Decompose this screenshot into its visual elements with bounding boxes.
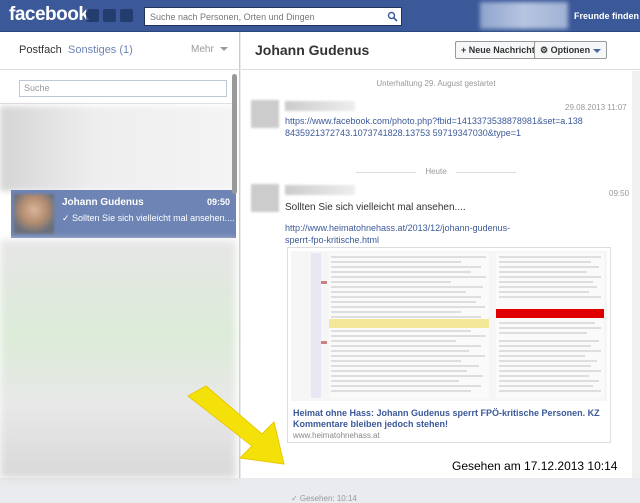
today-separator: Heute [241,167,631,176]
top-bar: facebook Suche nach Personen, Orten und … [0,0,640,32]
chevron-down-icon [593,48,602,53]
facebook-logo[interactable]: facebook [9,4,89,26]
message-pane: Johann Gudenus + Neue Nachricht ⚙ Option… [241,32,640,503]
conversation-title: Johann Gudenus [255,42,370,58]
message-timestamp: 29.08.2013 11:07 [565,103,627,112]
message-text: Sollten Sie sich vielleicht mal ansehen.… [285,202,466,213]
link-preview-title[interactable]: Heimat ohne Hass: Johann Gudenus sperrt … [293,408,603,430]
sender-name [285,185,355,195]
conversation-search: Suche [0,74,237,104]
notifications-icon[interactable] [120,9,133,22]
blurred-conversations[interactable] [0,106,236,191]
link-preview-domain: www.heimatohnehass.at [293,431,380,440]
new-message-button[interactable]: + Neue Nachricht [455,41,541,59]
message-link[interactable]: https://www.facebook.com/photo.php?fbid=… [285,115,585,139]
tab-other[interactable]: Sonstiges (1) [68,44,133,56]
profile-area[interactable] [480,2,568,29]
conversation-item-johann-gudenus[interactable]: Johann Gudenus 09:50 ✓ Sollten Sie sich … [11,190,236,238]
messages-icon[interactable] [103,9,116,22]
conversation-snippet: ✓ Sollten Sie sich vielleicht mal ansehe… [62,213,235,223]
conversation-header: Johann Gudenus + Neue Nachricht ⚙ Option… [241,32,640,70]
conversation-name: Johann Gudenus [62,197,144,208]
link-preview-card[interactable]: Heimat ohne Hass: Johann Gudenus sperrt … [287,247,611,443]
friend-requests-icon[interactable] [86,9,99,22]
find-friends-link[interactable]: Freunde finden [574,11,639,21]
conversation-search-input[interactable]: Suche [19,80,227,97]
tab-inbox[interactable]: Postfach [19,44,62,56]
options-label: ⚙ Optionen [540,45,591,55]
message-thread: Unterhaltung 29. August gestartet 29.08.… [241,71,631,503]
message-link[interactable]: http://www.heimatohnehass.at/2013/12/joh… [285,222,525,246]
avatar [14,194,54,234]
screenshot-preview [291,251,607,401]
seen-status: ✓ Gesehen: 10:14 [291,494,357,503]
seen-caption: Gesehen am 17.12.2013 10:14 [452,459,618,473]
sender-avatar [251,100,279,128]
search-icon[interactable] [387,11,398,22]
conversation-start-label: Unterhaltung 29. August gestartet [376,79,496,88]
sender-avatar [251,184,279,212]
folder-tabs: Postfach Sonstiges (1) Mehr [0,32,240,70]
link-preview-image [291,251,607,401]
tab-more-label: Mehr [191,44,214,55]
chevron-down-icon [219,47,228,52]
message-timestamp: 09:50 [609,189,630,198]
search-placeholder: Suche nach Personen, Orten und Dingen [150,12,315,22]
message-scrollbar[interactable] [632,71,640,478]
options-button[interactable]: ⚙ Optionen [534,41,608,59]
arrow-annotation-icon [187,385,285,465]
scrollbar[interactable] [232,74,237,194]
conversation-time: 09:50 [206,197,230,207]
tab-more[interactable]: Mehr [191,44,228,55]
search-input[interactable]: Suche nach Personen, Orten und Dingen [144,7,402,26]
notification-icons [86,9,133,22]
sender-name [285,101,355,111]
